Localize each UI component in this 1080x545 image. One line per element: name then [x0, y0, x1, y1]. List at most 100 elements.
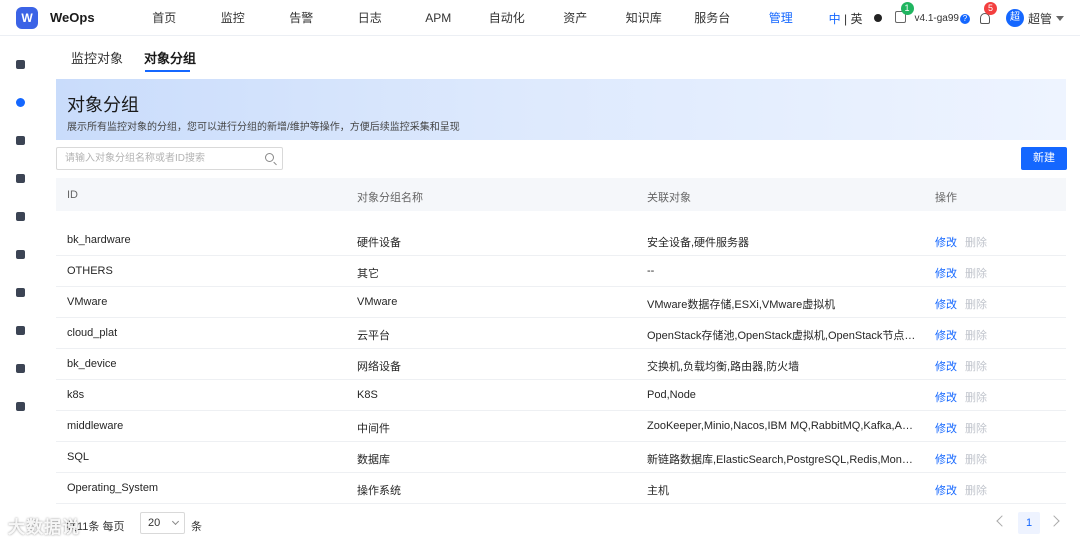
username[interactable]: 超管 [1028, 10, 1052, 27]
edit-button[interactable]: 修改 [935, 389, 957, 405]
briefcase-icon[interactable] [16, 250, 27, 261]
clipboard-icon-shape [16, 364, 25, 373]
search-input[interactable] [57, 148, 252, 169]
table-header: ID 对象分组名称 关联对象 操作 [56, 178, 1066, 211]
cell-id: Operating_System [67, 482, 159, 494]
nav-item[interactable]: APM [404, 0, 473, 36]
chevron-right-icon[interactable] [1048, 515, 1060, 527]
language-switch[interactable]: 中 | 英 [829, 10, 863, 27]
page-title: 对象分组 [67, 95, 139, 115]
edit-button[interactable]: 修改 [935, 358, 957, 374]
nav-item[interactable]: 监控 [199, 0, 268, 36]
edit-button[interactable]: 修改 [935, 451, 957, 467]
tab-monitor-objects[interactable]: 监控对象 [71, 48, 123, 67]
edit-button[interactable]: 修改 [935, 327, 957, 343]
clipboard-icon[interactable] [16, 364, 27, 375]
nav-item[interactable]: 服务台 [678, 0, 747, 36]
cell-group-name: 中间件 [357, 423, 390, 435]
chevron-down-icon[interactable] [1056, 15, 1064, 21]
top-navbar: W WeOps 首页 监控 告警 日志 APM 自动化 资产 知识库 服务台 管理 中 | 英 1… [0, 0, 1080, 36]
avatar[interactable]: 超 [1005, 9, 1024, 27]
alarm-button[interactable]: 5 [978, 2, 997, 25]
cell-group-name: 网络设备 [357, 361, 401, 373]
edit-button[interactable]: 修改 [935, 296, 957, 312]
table-row: OTHERS 其它 -- 修改 删除 [56, 256, 1066, 287]
nav-item[interactable]: 日志 [336, 0, 405, 36]
cell-id: bk_device [67, 358, 117, 370]
chart-icon[interactable] [16, 136, 27, 147]
page-banner: 对象分组 展示所有监控对象的分组，您可以进行分组的新增/维护等操作，方便后续监控… [56, 79, 1066, 140]
app-name: WeOps [50, 10, 95, 25]
settings-icon[interactable] [16, 402, 27, 413]
edit-button[interactable]: 修改 [935, 420, 957, 436]
nav-item[interactable]: 知识库 [610, 0, 679, 36]
delete-button[interactable]: 删除 [965, 358, 987, 374]
nav-item[interactable]: 自动化 [473, 0, 542, 36]
nav-item[interactable]: 资产 [541, 0, 610, 36]
table-body[interactable]: bk_hardware 硬件设备 安全设备,硬件服务器 修改 删除 OTHERS 其它 -- 修… [56, 211, 1066, 504]
tab-object-groups[interactable]: 对象分组 [144, 48, 196, 67]
tabs-bar: 监控对象 对象分组 [44, 36, 1080, 74]
nav-item[interactable]: 首页 [130, 0, 199, 36]
search-icon[interactable] [265, 153, 274, 162]
cell-id: SQL [67, 451, 90, 463]
column-header-related-objects: 关联对象 [647, 192, 691, 204]
lang-zh[interactable]: 中 [829, 12, 841, 26]
delete-button[interactable]: 删除 [965, 327, 987, 343]
monitor-icon[interactable] [16, 98, 27, 109]
compass-icon-shape [16, 212, 25, 221]
cell-related-objects: Pod,Node [647, 389, 696, 401]
help-icon[interactable]: ? [959, 13, 970, 24]
report-icon[interactable] [16, 174, 27, 185]
column-header-group-name: 对象分组名称 [357, 192, 423, 204]
layers-icon[interactable] [16, 288, 27, 299]
delete-button[interactable]: 删除 [965, 482, 987, 498]
cell-related-objects: OpenStack存储池,OpenStack虚拟机,OpenStack节点,CV… [647, 330, 917, 342]
active-tab-indicator [145, 70, 190, 72]
lang-en[interactable]: 英 [850, 12, 862, 26]
theme-toggle-sun-icon[interactable] [871, 11, 885, 25]
table-row: SQL 数据库 新链路数据库,ElasticSearch,PostgreSQL,Re… [56, 442, 1066, 473]
cell-related-objects: -- [647, 265, 655, 277]
briefcase-icon-shape [16, 250, 25, 259]
cell-group-name: 硬件设备 [357, 237, 401, 249]
lang-separator: | [840, 11, 851, 26]
edit-button[interactable]: 修改 [935, 265, 957, 281]
nav-item[interactable]: 告警 [267, 0, 336, 36]
settings-icon-shape [16, 402, 25, 411]
logo[interactable]: W WeOps [0, 6, 130, 29]
book-icon-shape [16, 326, 25, 335]
cell-id: k8s [67, 389, 85, 401]
chevron-down-icon [171, 517, 180, 526]
page-number[interactable]: 1 [1018, 512, 1040, 534]
weops-logo-icon: W [16, 6, 38, 29]
nav-item[interactable]: 管理 [747, 0, 816, 36]
watermark: 大数据说 [8, 518, 80, 537]
chevron-left-icon[interactable] [996, 515, 1008, 527]
cell-related-objects: 安全设备,硬件服务器 [647, 237, 750, 249]
delete-button[interactable]: 删除 [965, 234, 987, 250]
delete-button[interactable]: 删除 [965, 265, 987, 281]
edit-button[interactable]: 修改 [935, 482, 957, 498]
book-icon[interactable] [16, 326, 27, 337]
dashboard-icon[interactable] [16, 60, 27, 71]
cell-group-name: 其它 [357, 268, 379, 280]
cell-group-name: 数据库 [357, 454, 390, 466]
delete-button[interactable]: 删除 [965, 451, 987, 467]
compass-icon[interactable] [16, 212, 27, 223]
version-label[interactable]: v4.1-ga99? [915, 13, 970, 24]
delete-button[interactable]: 删除 [965, 389, 987, 405]
column-header-actions: 操作 [935, 192, 957, 204]
edit-button[interactable]: 修改 [935, 234, 957, 250]
cell-group-name: K8S [357, 389, 378, 401]
notice-button[interactable]: 1 [894, 2, 914, 25]
page-size-value: 20 [148, 517, 161, 529]
delete-button[interactable]: 删除 [965, 420, 987, 436]
layers-icon-shape [16, 288, 25, 297]
monitor-icon-shape [16, 98, 25, 107]
table-row: bk_hardware 硬件设备 安全设备,硬件服务器 修改 删除 [56, 225, 1066, 256]
delete-button[interactable]: 删除 [965, 296, 987, 312]
sidebar [0, 36, 44, 545]
page-size-select[interactable]: 20 [140, 512, 185, 534]
new-group-button[interactable]: 新建 [1021, 147, 1067, 170]
